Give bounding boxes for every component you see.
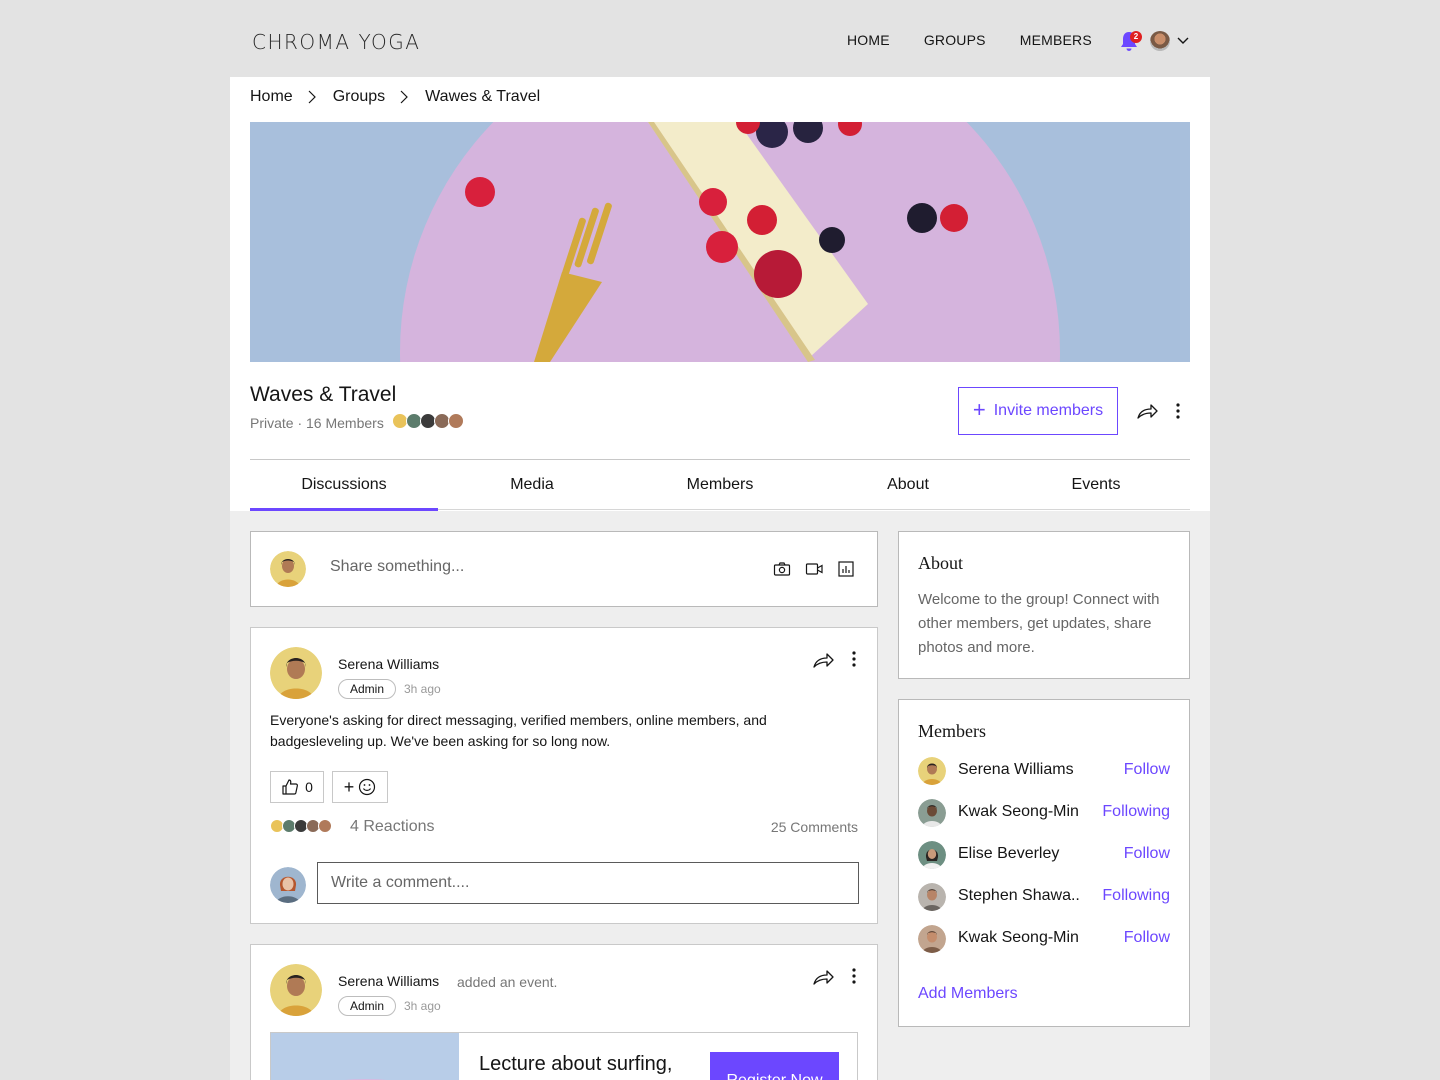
breadcrumb-current: Wawes & Travel	[425, 88, 541, 105]
thumbs-up-icon	[282, 779, 299, 795]
following-button[interactable]: Following	[1102, 887, 1170, 905]
post-composer	[250, 531, 878, 607]
about-card: About Welcome to the group! Connect with…	[898, 531, 1190, 679]
post-card: Serena Williams added an event. Admin 3h…	[250, 944, 878, 1080]
nav-links: HOME GROUPS MEMBERS	[847, 32, 1126, 48]
chevron-right-icon	[400, 90, 409, 104]
more-options-icon[interactable]	[849, 967, 859, 985]
tab-media[interactable]: Media	[438, 460, 626, 509]
admin-badge: Admin	[338, 679, 396, 699]
post-author[interactable]: Serena Williams	[338, 973, 439, 989]
post-card: Serena Williams Admin 3h ago Everyone's …	[250, 627, 878, 924]
member-row: Stephen Shawa.. Following	[918, 883, 1172, 911]
comments-count[interactable]: 25 Comments	[771, 819, 858, 835]
avatar	[448, 413, 464, 429]
avatar[interactable]	[918, 841, 946, 869]
notification-badge: 2	[1130, 31, 1142, 43]
group-tabs: Discussions Media Members About Events	[250, 459, 1190, 511]
invite-members-label: Invite members	[993, 402, 1104, 419]
member-avatar-stack[interactable]	[392, 413, 464, 429]
reaction-avatar-stack[interactable]	[270, 819, 332, 833]
admin-badge: Admin	[338, 996, 396, 1016]
poll-icon[interactable]	[837, 561, 855, 577]
nav-link-members[interactable]: MEMBERS	[1020, 32, 1092, 48]
nav-link-home[interactable]: HOME	[847, 32, 890, 48]
members-title: Members	[918, 721, 986, 741]
share-icon[interactable]	[1136, 401, 1158, 421]
member-row: Kwak Seong-Min Follow	[918, 925, 1172, 953]
avatar[interactable]	[918, 799, 946, 827]
member-name[interactable]: Stephen Shawa..	[958, 887, 1080, 905]
follow-button[interactable]: Follow	[1124, 845, 1170, 863]
members-card: Members Serena Williams Follow Kwak Seon…	[898, 699, 1190, 1027]
member-name[interactable]: Kwak Seong-Min	[958, 929, 1079, 947]
member-row: Serena Williams Follow	[918, 757, 1172, 785]
cover-image	[250, 122, 1190, 362]
about-title: About	[918, 553, 963, 573]
following-button[interactable]: Following	[1102, 803, 1170, 821]
more-options-icon[interactable]	[849, 650, 859, 668]
post-action: added an event.	[457, 974, 558, 990]
group-meta: Private · 16 Members	[250, 415, 384, 431]
post-author[interactable]: Serena Williams	[338, 656, 439, 672]
avatar	[270, 551, 306, 587]
event-card[interactable]: Lecture about surfing, Register Now	[270, 1032, 858, 1080]
member-row: Kwak Seong-Min Following	[918, 799, 1172, 827]
like-count: 0	[305, 779, 313, 795]
post-time: 3h ago	[404, 999, 441, 1013]
avatar[interactable]	[270, 647, 322, 699]
tab-events[interactable]: Events	[1002, 460, 1190, 509]
chevron-right-icon	[308, 90, 316, 104]
avatar[interactable]	[918, 757, 946, 785]
event-title: Lecture about surfing,	[479, 1053, 673, 1075]
post-body: Everyone's asking for direct messaging, …	[270, 712, 767, 749]
share-icon[interactable]	[812, 967, 834, 987]
chevron-down-icon[interactable]	[1176, 34, 1190, 48]
avatar	[270, 867, 306, 903]
camera-icon[interactable]	[773, 561, 791, 577]
tab-discussions[interactable]: Discussions	[250, 460, 438, 511]
member-row: Elise Beverley Follow	[918, 841, 1172, 869]
avatar[interactable]	[918, 925, 946, 953]
tab-about[interactable]: About	[814, 460, 1002, 509]
breadcrumb-groups[interactable]: Groups	[333, 88, 385, 106]
add-members-link[interactable]: Add Members	[918, 985, 1018, 1003]
event-image	[271, 1033, 459, 1080]
breadcrumb-home[interactable]: Home	[250, 88, 293, 106]
breadcrumb: Home Groups Wawes & Travel	[250, 88, 540, 106]
logo[interactable]: CHROMA YOGA	[252, 30, 420, 54]
top-nav: CHROMA YOGA HOME GROUPS MEMBERS 2	[0, 0, 1440, 77]
like-button[interactable]: 0	[270, 771, 324, 803]
avatar[interactable]	[918, 883, 946, 911]
tab-members[interactable]: Members	[626, 460, 814, 509]
group-title: Waves & Travel	[250, 383, 397, 406]
plus-icon: +	[343, 776, 355, 797]
more-options-icon[interactable]	[1172, 402, 1184, 420]
member-name[interactable]: Serena Williams	[958, 761, 1074, 779]
video-icon[interactable]	[805, 561, 823, 577]
post-time: 3h ago	[404, 682, 441, 696]
comment-input[interactable]	[317, 862, 859, 904]
follow-button[interactable]: Follow	[1124, 929, 1170, 947]
plus-icon: +	[972, 397, 986, 422]
register-now-button[interactable]: Register Now	[710, 1052, 839, 1080]
invite-members-button[interactable]: + Invite members	[958, 387, 1118, 435]
share-something-input[interactable]	[330, 558, 730, 576]
nav-link-groups[interactable]: GROUPS	[924, 32, 986, 48]
avatar[interactable]	[1150, 31, 1170, 51]
share-icon[interactable]	[812, 650, 834, 670]
follow-button[interactable]: Follow	[1124, 761, 1170, 779]
avatar	[318, 819, 332, 833]
member-name[interactable]: Kwak Seong-Min	[958, 803, 1079, 821]
add-reaction-button[interactable]: +	[332, 771, 388, 803]
avatar[interactable]	[270, 964, 322, 1016]
reactions-count[interactable]: 4 Reactions	[350, 818, 435, 836]
about-text: Welcome to the group! Connect with other…	[918, 591, 1160, 656]
member-name[interactable]: Elise Beverley	[958, 845, 1059, 863]
smiley-icon	[359, 778, 376, 796]
